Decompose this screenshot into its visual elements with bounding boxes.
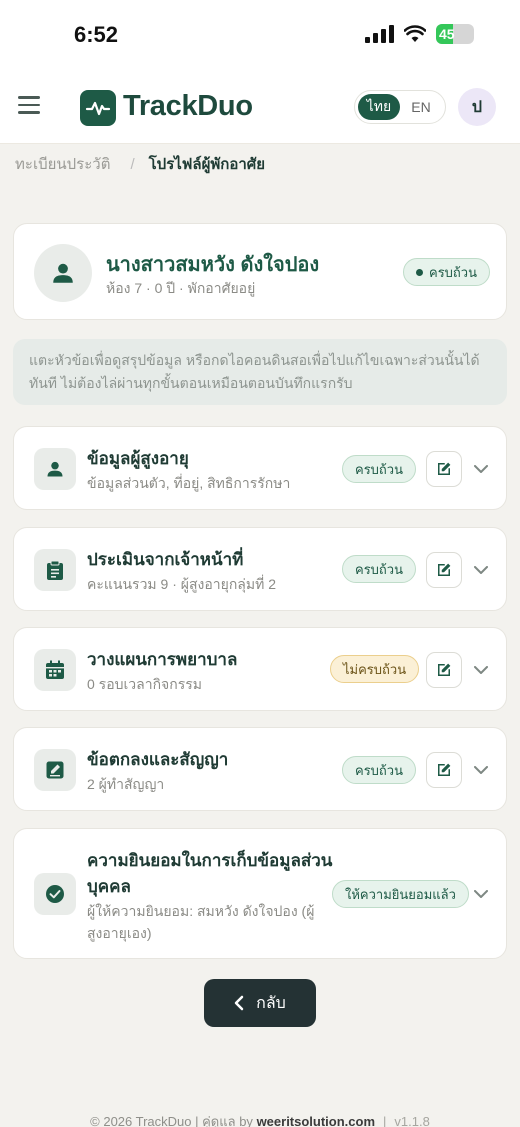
chevron-down-icon[interactable] <box>472 761 490 779</box>
app-header: TrackDuo ไทย EN ป <box>0 70 520 144</box>
status-icons: 45 <box>365 24 474 44</box>
section-title: ประเมินจากเจ้าหน้าที่ <box>87 550 244 569</box>
section-card-consent[interactable]: ความยินยอมในการเก็บข้อมูลส่วน บุคคล ผู้ใ… <box>13 828 507 959</box>
status-badge: ครบถ้วน <box>342 455 416 483</box>
language-toggle: ไทย EN <box>354 90 446 124</box>
lang-en-button[interactable]: EN <box>400 94 442 120</box>
footer-version-sep: | <box>383 1114 387 1127</box>
status-badge: ครบถ้วน <box>342 756 416 784</box>
edit-button[interactable] <box>426 552 462 588</box>
dot-icon <box>416 268 423 276</box>
resident-name: นางสาวสมหวัง ดังใจปอง <box>106 254 320 276</box>
battery-level: 45 <box>439 26 455 42</box>
menu-icon[interactable] <box>18 96 40 119</box>
edit-icon <box>438 763 451 776</box>
edit-button[interactable] <box>426 652 462 688</box>
footer-version: v1.1.8 <box>394 1114 430 1127</box>
logo-icon <box>80 90 116 126</box>
person-icon <box>34 448 76 490</box>
section-title-line1: ความยินยอมในการเก็บข้อมูลส่วน <box>87 851 333 870</box>
section-card-elder-info[interactable]: ข้อมูลผู้สูงอายุ ข้อมูลส่วนตัว, ที่อยู่,… <box>13 426 507 510</box>
battery-icon: 45 <box>436 24 474 44</box>
section-subtitle: 0 รอบเวลากิจกรรม <box>87 676 203 692</box>
breadcrumb-current: โปรไฟล์ผู้พักอาศัย <box>148 156 266 173</box>
wifi-icon <box>404 25 426 42</box>
status-time: 6:52 <box>74 22 119 47</box>
calendar-icon <box>34 649 76 691</box>
section-card-assessment[interactable]: ประเมินจากเจ้าหน้าที่ คะแนนรวม 9 · ผู้สู… <box>13 527 507 611</box>
chevron-down-icon[interactable] <box>472 460 490 478</box>
status-badge: ไม่ครบถ้วน <box>330 655 420 683</box>
check-circle-icon <box>34 873 76 915</box>
section-card-agreement[interactable]: ข้อตกลงและสัญญา 2 ผู้ทำสัญญา ครบถ้วน <box>13 727 507 811</box>
clipboard-icon <box>34 549 76 591</box>
breadcrumb-separator: / <box>130 155 135 173</box>
sign-document-icon <box>34 749 76 791</box>
info-banner: แตะหัวข้อเพื่อดูสรุปข้อมูล หรือกดไอคอนดิ… <box>13 339 507 405</box>
breadcrumb-parent[interactable]: ทะเบียนประวัติ <box>15 152 110 176</box>
signal-icon <box>365 25 394 43</box>
chevron-down-icon[interactable] <box>472 885 490 903</box>
section-subtitle: ข้อมูลส่วนตัว, ที่อยู่, สิทธิการรักษา <box>87 475 291 491</box>
person-icon <box>34 244 92 302</box>
user-avatar[interactable]: ป <box>458 88 496 126</box>
resident-subtitle: ห้อง 7 · 0 ปี · พักอาศัยอยู่ <box>106 280 256 296</box>
status-badge: ให้ความยินยอมแล้ว <box>332 880 469 908</box>
section-subtitle: คะแนนรวม 9 · ผู้สูงอายุกลุ่มที่ 2 <box>87 576 277 592</box>
app-name[interactable]: TrackDuo <box>123 90 253 123</box>
edit-button[interactable] <box>426 451 462 487</box>
status-bar: 6:52 45 <box>0 0 520 70</box>
chevron-left-icon <box>234 995 244 1011</box>
section-subtitle-line2: สูงอายุเอง) <box>87 925 152 941</box>
section-subtitle-line1: ผู้ให้ความยินยอม: สมหวัง ดังใจปอง (ผู้ <box>87 903 315 919</box>
footer-company-link[interactable]: weeritsolution.com <box>257 1114 375 1127</box>
section-title: วางแผนการพยาบาล <box>87 650 238 669</box>
section-title: ข้อตกลงและสัญญา <box>87 750 229 769</box>
status-badge-label: ครบถ้วน <box>429 264 477 280</box>
section-title-line2: บุคคล <box>87 877 131 896</box>
section-card-care-plan[interactable]: วางแผนการพยาบาล 0 รอบเวลากิจกรรม ไม่ครบถ… <box>13 627 507 711</box>
status-badge: ครบถ้วน <box>342 555 416 583</box>
footer-copyright: © 2026 TrackDuo | คู่ดูแล by <box>90 1114 257 1127</box>
chevron-down-icon[interactable] <box>472 561 490 579</box>
breadcrumb: ทะเบียนประวัติ / โปรไฟล์ผู้พักอาศัย <box>15 152 265 176</box>
status-badge: ครบถ้วน <box>403 258 490 286</box>
edit-icon <box>438 462 451 475</box>
section-title: ข้อมูลผู้สูงอายุ <box>87 449 189 468</box>
back-button-label: กลับ <box>256 994 286 1012</box>
edit-button[interactable] <box>426 752 462 788</box>
section-subtitle: 2 ผู้ทำสัญญา <box>87 776 165 792</box>
profile-card: นางสาวสมหวัง ดังใจปอง ห้อง 7 · 0 ปี · พั… <box>13 223 507 320</box>
edit-icon <box>438 663 451 676</box>
chevron-down-icon[interactable] <box>472 661 490 679</box>
footer: © 2026 TrackDuo | คู่ดูแล by weeritsolut… <box>0 1111 520 1127</box>
lang-th-button[interactable]: ไทย <box>358 94 400 120</box>
back-button[interactable]: กลับ <box>204 979 316 1027</box>
edit-icon <box>438 563 451 576</box>
